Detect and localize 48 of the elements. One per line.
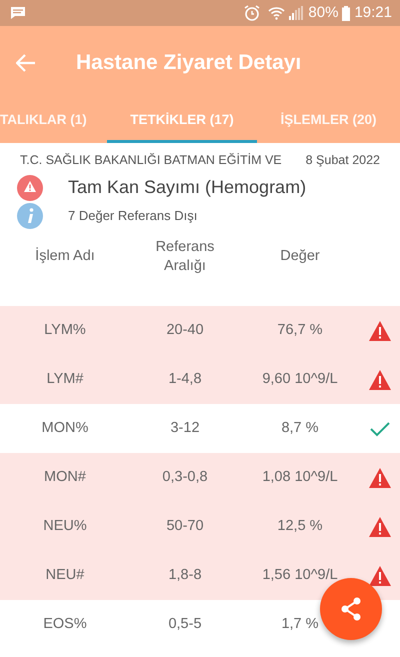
tab[interactable]: TALIKLAR (1) — [0, 100, 107, 143]
signal-icon — [289, 6, 304, 20]
warning-icon — [368, 368, 392, 391]
check-icon — [369, 420, 391, 438]
table-cell: 1-4,8 — [168, 370, 202, 387]
table-cell: 1,56 10^9/L — [262, 566, 338, 583]
column-header: Değer — [279, 247, 321, 266]
wifi-icon — [268, 6, 286, 20]
table-cell: 12,5 % — [277, 518, 323, 534]
column-header: İşlem Adı — [34, 247, 96, 266]
test-date: 8 Şubat 2022 — [306, 152, 380, 169]
table-cell: 8,7 % — [281, 420, 319, 436]
table-cell: 1,08 10^9/L — [262, 468, 338, 485]
table-cell: EOS% — [43, 616, 87, 632]
screen-title: Hastane Ziyaret Detayı — [76, 50, 302, 76]
table-cell: 0,5-5 — [168, 616, 202, 632]
table-cell: 1,8-8 — [168, 566, 202, 583]
hospital-name: T.C. SAĞLIK BAKANLIĞI BATMAN EĞİTİM VE — [20, 152, 282, 169]
test-name: Tam Kan Sayımı (Hemogram) — [68, 176, 306, 200]
table-cell: MON% — [42, 420, 88, 436]
tab[interactable]: TETKİKLER (17) — [107, 100, 257, 143]
table-cell: MON# — [44, 468, 86, 485]
warning-icon — [368, 466, 392, 489]
clock: 19:21 — [354, 2, 392, 23]
warning-icon — [368, 320, 392, 342]
warning-icon — [16, 174, 44, 202]
table-cell: 50-70 — [166, 518, 204, 534]
table-cell: NEU# — [46, 566, 84, 583]
table-cell: 76,7 % — [277, 322, 323, 338]
table-cell: LYM# — [46, 370, 84, 387]
warning-icon — [368, 564, 392, 587]
alarm-icon — [244, 5, 260, 21]
column-header: Referans Aralığı — [154, 238, 216, 276]
battery-percent: 80% — [308, 2, 338, 23]
battery-icon — [342, 6, 350, 20]
table-cell: 1,7 % — [281, 616, 319, 632]
table-cell: 0,3-0,8 — [162, 468, 208, 485]
table-cell: 9,60 10^9/L — [262, 370, 338, 387]
tab[interactable]: İŞLEMLER (20) — [257, 100, 400, 143]
table-cell: 3-12 — [170, 420, 200, 436]
info-icon — [16, 202, 44, 230]
table-cell: LYM% — [44, 322, 86, 338]
warning-icon — [368, 516, 392, 538]
table-cell: 20-40 — [166, 322, 204, 338]
table-cell: NEU% — [43, 518, 87, 534]
share-icon — [340, 597, 362, 621]
info-text: 7 Değer Referans Dışı — [68, 207, 198, 225]
message-icon — [10, 6, 26, 20]
